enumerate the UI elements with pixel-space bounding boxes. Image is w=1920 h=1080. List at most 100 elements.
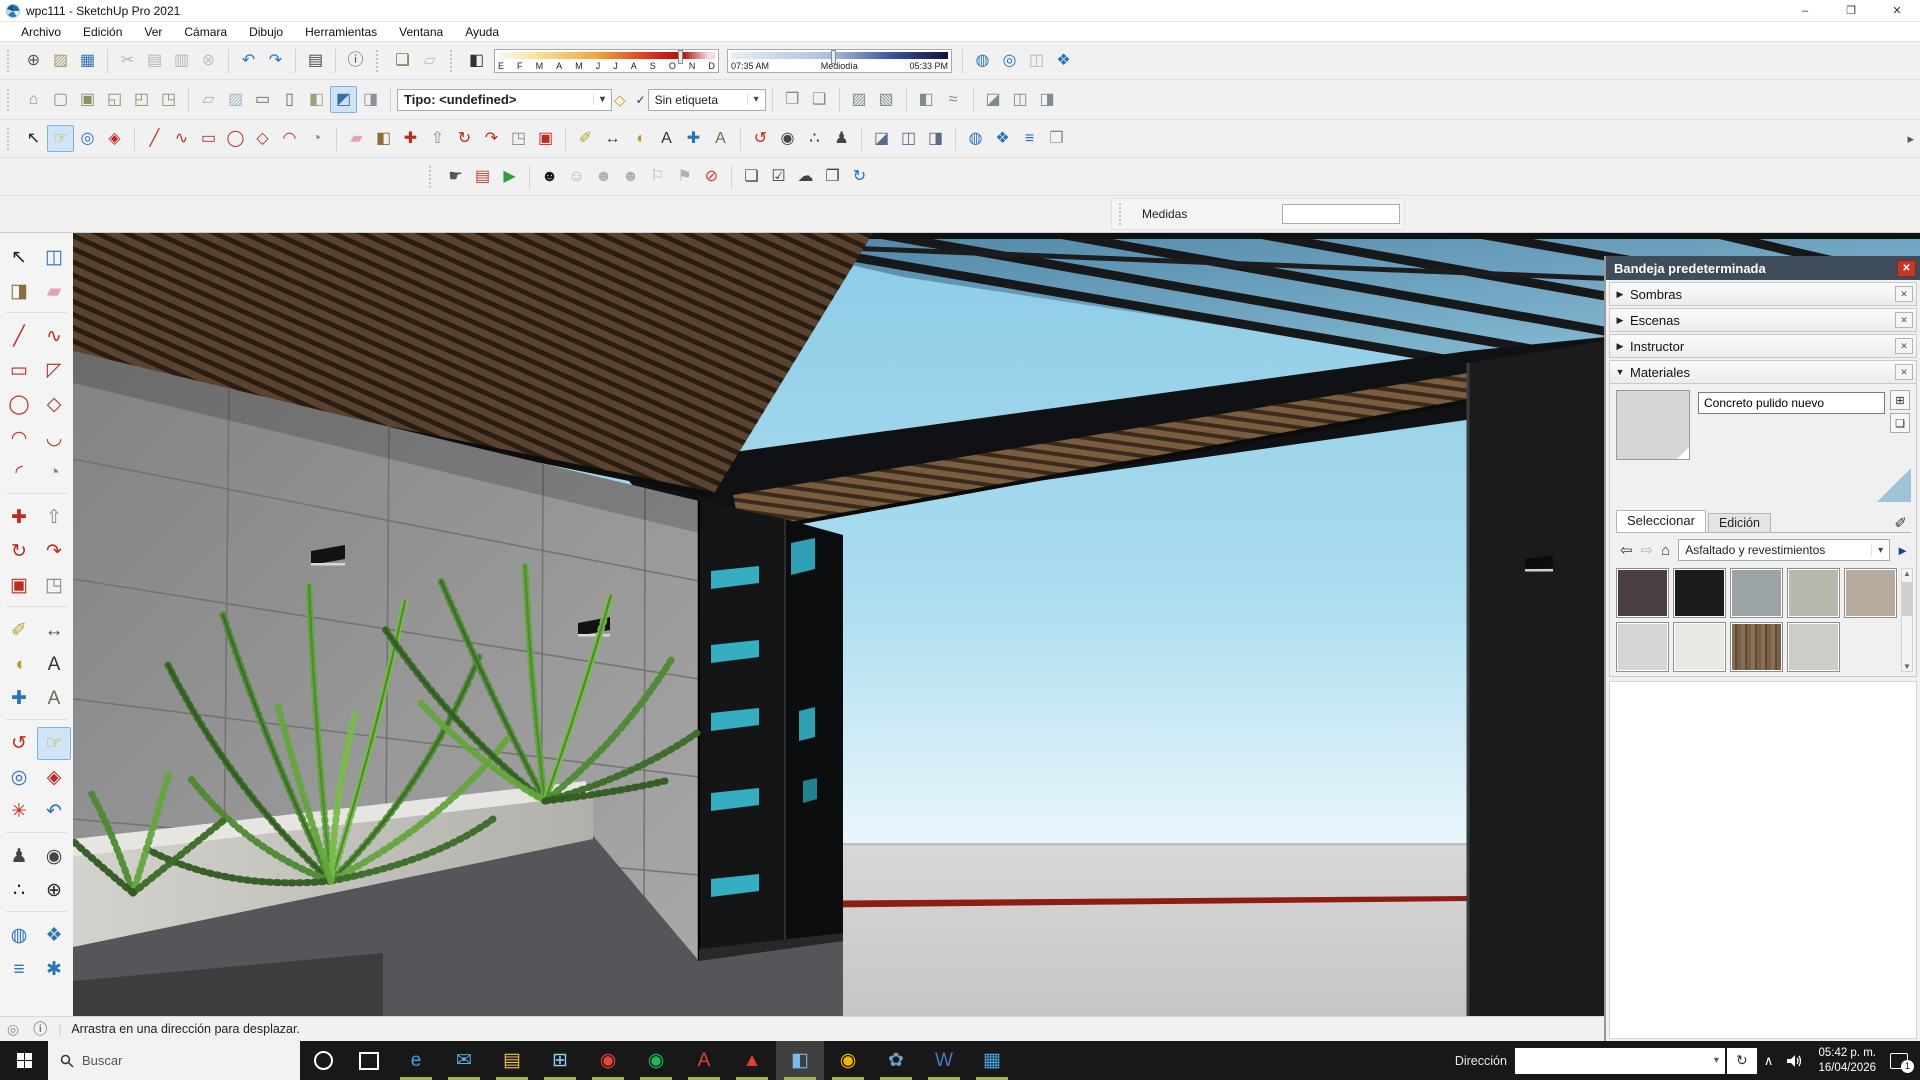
save-icon[interactable]: ▦ bbox=[74, 47, 101, 74]
select-tool-icon[interactable]: ↖ bbox=[20, 125, 47, 152]
section-plane-toggle-icon[interactable]: ◪ bbox=[980, 86, 1007, 113]
text-tool-icon[interactable]: A bbox=[653, 125, 680, 152]
3d-warehouse-tool-icon[interactable]: ◍ bbox=[962, 125, 989, 152]
eraser-tool-icon[interactable]: ▰ bbox=[343, 125, 370, 152]
tape-measure-tool[interactable]: ✐ bbox=[2, 614, 36, 647]
extension-warehouse-tool-icon[interactable]: ❖ bbox=[989, 125, 1016, 152]
taskbar-app-explorer[interactable]: ▤ bbox=[488, 1041, 536, 1080]
open-icon[interactable]: ▨ bbox=[47, 47, 74, 74]
direccion-input[interactable]: ▾ bbox=[1515, 1048, 1725, 1074]
tray-section-instructor[interactable]: ▶ Instructor ✕ bbox=[1609, 334, 1917, 358]
line-tool-icon[interactable]: ╱ bbox=[141, 125, 168, 152]
walk-tool[interactable]: ∴ bbox=[2, 874, 36, 907]
swatch-concrete-gray[interactable] bbox=[1730, 568, 1783, 618]
paint-bucket-tool[interactable]: ◨ bbox=[2, 275, 36, 308]
arc-tool-icon[interactable]: ◠ bbox=[276, 125, 303, 152]
rotated-rectangle-tool[interactable]: ◸ bbox=[37, 354, 71, 387]
three-point-arc-tool[interactable]: ◜ bbox=[2, 456, 36, 489]
close-button[interactable]: ✕ bbox=[1874, 0, 1920, 21]
hidden-icons-chevron[interactable]: ∧ bbox=[1764, 1053, 1774, 1069]
push-pull-tool-icon[interactable]: ⇧ bbox=[424, 125, 451, 152]
zoom-extents-tool[interactable]: ✳ bbox=[2, 795, 36, 828]
text-tool[interactable]: A bbox=[37, 648, 71, 681]
polygon-tool-icon[interactable]: ◇ bbox=[249, 125, 276, 152]
presentation-hand-icon[interactable]: ☛ bbox=[442, 163, 469, 190]
shadow-time-slider[interactable]: 07:35 AM Mediodía 05:33 PM bbox=[727, 49, 952, 73]
circle-tool-icon[interactable]: ◯ bbox=[222, 125, 249, 152]
push-pull-tool[interactable]: ⇧ bbox=[37, 501, 71, 534]
taskbar-clock[interactable]: 05:42 p. m. 16/04/2026 bbox=[1818, 1046, 1876, 1075]
taskbar-app-word[interactable]: W bbox=[920, 1041, 968, 1080]
pie-tool[interactable]: ◔ bbox=[37, 456, 71, 489]
toolbar-handle[interactable] bbox=[1119, 203, 1127, 225]
tag-dropdown[interactable]: Sin etiqueta ▾ bbox=[648, 89, 766, 111]
tray-section-materiales[interactable]: ▼ Materiales ✕ bbox=[1609, 360, 1917, 384]
zoom-tool-icon[interactable]: ◎ bbox=[74, 125, 101, 152]
forward-icon[interactable]: ⇨ bbox=[1641, 541, 1654, 559]
position-camera-tool[interactable]: ♟ bbox=[2, 840, 36, 873]
shadows-toggle-icon[interactable]: ◧ bbox=[463, 47, 490, 74]
people-gray-icon[interactable]: ☻ bbox=[590, 163, 617, 190]
flag-filled-icon[interactable]: ⚑ bbox=[671, 163, 698, 190]
swatch-concrete-smooth[interactable] bbox=[1787, 622, 1840, 672]
menu-ayuda[interactable]: Ayuda bbox=[454, 25, 510, 39]
menu-ver[interactable]: Ver bbox=[133, 25, 173, 39]
forbid-icon[interactable]: ⊘ bbox=[698, 163, 725, 190]
view-top-icon[interactable]: ▢ bbox=[47, 86, 74, 113]
info-icon[interactable]: ⓘ bbox=[33, 1019, 47, 1039]
print-icon[interactable]: ▤ bbox=[302, 47, 329, 74]
pan-tool[interactable]: ☞ bbox=[37, 727, 71, 760]
style-shaded-textures-icon[interactable]: ◩ bbox=[330, 86, 357, 113]
time-slider-thumb[interactable] bbox=[831, 50, 836, 64]
scroll-up-icon[interactable]: ▲ bbox=[1903, 569, 1911, 578]
offset-tool[interactable]: ▣ bbox=[2, 569, 36, 602]
swatch-wood-boards[interactable] bbox=[1730, 622, 1783, 672]
menu-archivo[interactable]: Archivo bbox=[10, 25, 72, 39]
zoom-window-tool[interactable]: ◈ bbox=[37, 761, 71, 794]
freehand-tool-icon[interactable]: ∿ bbox=[168, 125, 195, 152]
look-around-tool-icon[interactable]: ◉ bbox=[774, 125, 801, 152]
3d-warehouse-icon[interactable]: ◎ bbox=[996, 47, 1023, 74]
rotate-tool[interactable]: ↻ bbox=[2, 535, 36, 568]
zoom-window-tool-icon[interactable]: ◈ bbox=[101, 125, 128, 152]
refresh-button[interactable]: ↻ bbox=[1727, 1048, 1757, 1074]
style-wireframe-icon[interactable]: ▭ bbox=[249, 86, 276, 113]
measurements-input[interactable] bbox=[1282, 204, 1400, 224]
shadow-month-slider[interactable]: EFMAMJJASOND bbox=[494, 49, 719, 73]
checklist-icon[interactable]: ☑ bbox=[765, 163, 792, 190]
toolbar-handle[interactable] bbox=[7, 50, 15, 72]
toggle-terrain-icon[interactable]: ▱ bbox=[416, 47, 443, 74]
extension-warehouse-tool[interactable]: ❖ bbox=[37, 919, 71, 952]
cortana-button[interactable] bbox=[300, 1041, 346, 1080]
tray-header[interactable]: Bandeja predeterminada ✕ bbox=[1606, 256, 1920, 280]
rectangle-tool-icon[interactable]: ▭ bbox=[195, 125, 222, 152]
toolbar-overflow-icon[interactable]: ▸ bbox=[1907, 131, 1914, 147]
notification-button[interactable]: 1 bbox=[1884, 1049, 1914, 1073]
copy-icon[interactable]: ▤ bbox=[141, 47, 168, 74]
rotate-tool-icon[interactable]: ↻ bbox=[451, 125, 478, 152]
view-right-icon[interactable]: ◱ bbox=[101, 86, 128, 113]
new-icon[interactable]: ⊕ bbox=[20, 47, 47, 74]
section-cuts-toggle-icon[interactable]: ◫ bbox=[1007, 86, 1034, 113]
style-shaded-icon[interactable]: ◧ bbox=[303, 86, 330, 113]
rectangle-tool[interactable]: ▭ bbox=[2, 354, 36, 387]
taskbar-app-store[interactable]: ⊞ bbox=[536, 1041, 584, 1080]
task-view-button[interactable] bbox=[346, 1041, 392, 1080]
restore-button[interactable]: ❐ bbox=[1828, 0, 1874, 21]
material-preview[interactable] bbox=[1616, 390, 1690, 460]
swatch-asphalt-black[interactable] bbox=[1673, 568, 1726, 618]
select-tool[interactable]: ↖ bbox=[2, 241, 36, 274]
offset-tool-icon[interactable]: ▣ bbox=[532, 125, 559, 152]
toolbar-handle[interactable] bbox=[376, 50, 384, 72]
material-name-input[interactable] bbox=[1698, 392, 1885, 414]
follow-me-tool[interactable]: ↷ bbox=[37, 535, 71, 568]
add-location-icon[interactable]: ❏ bbox=[389, 47, 416, 74]
components-icon[interactable]: ◫ bbox=[1023, 47, 1050, 74]
delete-icon[interactable]: ⊗ bbox=[195, 47, 222, 74]
orbit-tool-icon[interactable]: ↺ bbox=[747, 125, 774, 152]
mask-person-icon[interactable]: ☻ bbox=[536, 163, 563, 190]
two-point-arc-tool[interactable]: ◡ bbox=[37, 422, 71, 455]
taskbar-app-chrome-2[interactable]: ◉ bbox=[824, 1041, 872, 1080]
taskbar-app-photos[interactable]: ▦ bbox=[968, 1041, 1016, 1080]
paste-icon[interactable]: ▥ bbox=[168, 47, 195, 74]
